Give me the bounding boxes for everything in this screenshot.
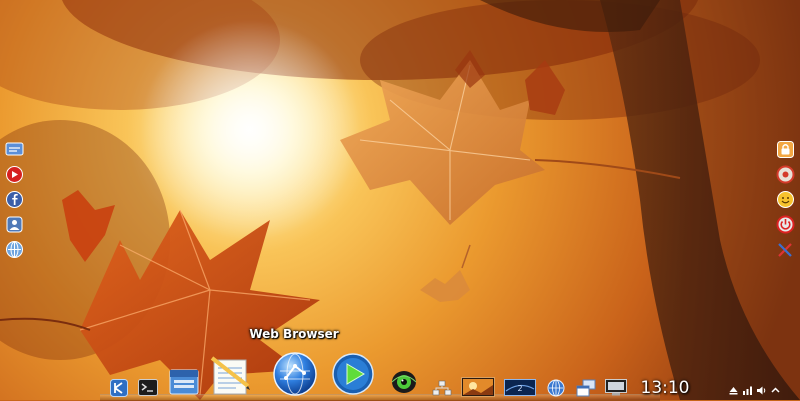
lock-icon[interactable]: [776, 140, 795, 159]
youtube-icon[interactable]: [5, 165, 24, 184]
web-browser-icon[interactable]: [272, 351, 318, 397]
desktop-wallpaper: [0, 0, 800, 400]
file-manager-icon[interactable]: [168, 366, 200, 396]
right-launcher-bar: [776, 140, 795, 259]
window-list-icon[interactable]: [576, 379, 596, 397]
dock-tooltip: Web Browser: [249, 327, 339, 341]
terminal-icon[interactable]: [138, 379, 158, 396]
photo-viewer-icon[interactable]: [461, 377, 495, 397]
messenger-icon[interactable]: [5, 140, 24, 159]
facebook-icon[interactable]: [5, 190, 24, 209]
screen-icon[interactable]: [605, 379, 627, 396]
svg-text:2: 2: [517, 384, 522, 393]
settings-icon[interactable]: [776, 165, 795, 184]
network-icon[interactable]: [5, 240, 24, 259]
tools-icon[interactable]: [776, 240, 795, 259]
power-icon[interactable]: [776, 215, 795, 234]
globe-icon[interactable]: [547, 379, 565, 397]
smiley-icon[interactable]: [776, 190, 795, 209]
text-editor-icon[interactable]: [208, 356, 254, 396]
media-player-icon[interactable]: [330, 352, 376, 396]
system-monitor-icon[interactable]: [390, 366, 418, 396]
virtual-desktop-icon[interactable]: 2: [504, 379, 536, 396]
kde-menu-icon[interactable]: [110, 379, 128, 397]
contacts-icon[interactable]: [5, 215, 24, 234]
network-manager-icon[interactable]: [432, 380, 452, 396]
left-launcher-bar: [5, 140, 24, 259]
